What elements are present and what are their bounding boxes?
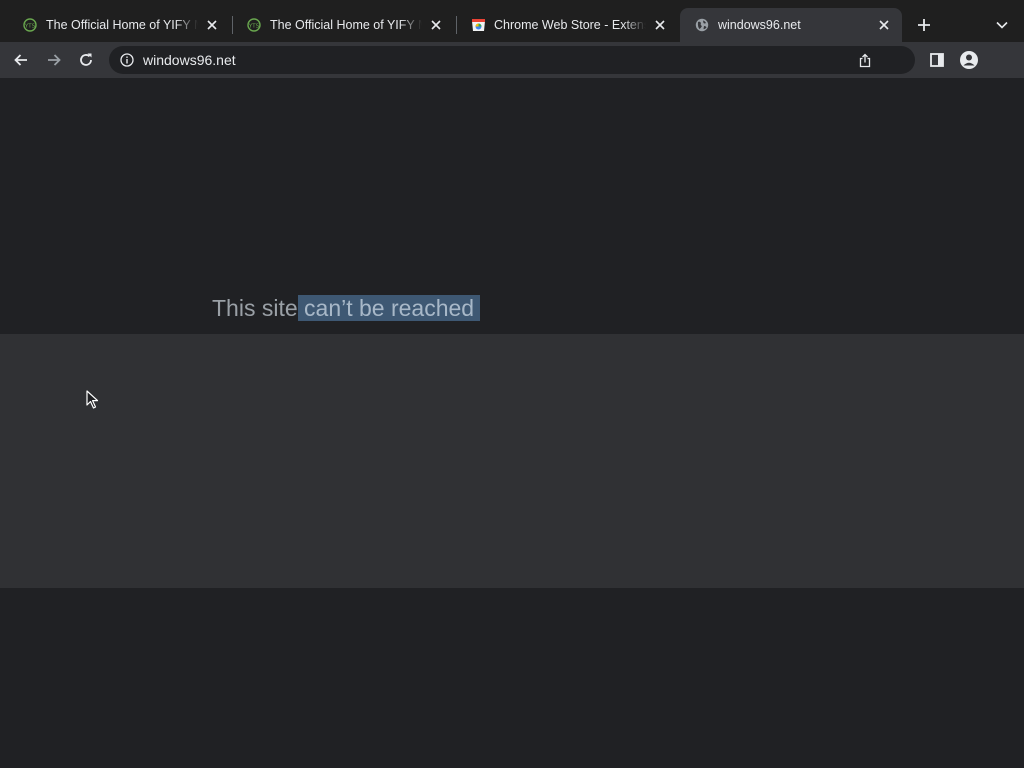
tab-title: windows96.net [718, 18, 801, 32]
browser-window: YTS The Official Home of YIFY Movies YTS… [0, 0, 1024, 768]
reload-button[interactable] [74, 48, 98, 72]
tab-windows96[interactable]: windows96.net [680, 8, 902, 42]
error-heading: This site can’t be reached [212, 293, 481, 323]
close-icon[interactable] [652, 17, 668, 33]
forward-button[interactable] [42, 48, 66, 72]
toolbar: windows96.net [0, 42, 1024, 78]
close-icon[interactable] [428, 17, 444, 33]
mouse-cursor-icon [86, 390, 99, 409]
yify-icon: YTS [22, 17, 38, 33]
selected-text: can’t be reached [297, 295, 481, 321]
share-icon[interactable] [857, 52, 873, 68]
address-bar[interactable]: windows96.net [109, 46, 915, 74]
yify-icon: YTS [246, 17, 262, 33]
info-icon[interactable] [119, 52, 135, 68]
plus-icon [918, 19, 930, 31]
reload-icon [80, 53, 92, 66]
url-text[interactable]: windows96.net [143, 52, 236, 68]
tab-yify-1[interactable]: YTS The Official Home of YIFY Movies [8, 8, 230, 42]
svg-text:YTS: YTS [248, 23, 260, 29]
profile-button[interactable] [957, 48, 981, 72]
close-icon[interactable] [204, 17, 220, 33]
back-arrow-icon [14, 54, 27, 66]
error-heading-text: This site [212, 295, 298, 321]
tab-title: Chrome Web Store - Extensions [494, 18, 646, 32]
side-panel-button[interactable] [925, 48, 949, 72]
chrome-web-store-icon [470, 17, 486, 33]
close-icon[interactable] [876, 17, 892, 33]
tab-search-button[interactable] [990, 13, 1014, 37]
content-band [0, 334, 1024, 588]
forward-arrow-icon [48, 54, 61, 66]
new-tab-button[interactable] [912, 13, 936, 37]
side-panel-icon [930, 53, 944, 67]
tab-chrome-web-store[interactable]: Chrome Web Store - Extensions [456, 8, 678, 42]
tab-title: The Official Home of YIFY Movies [270, 18, 422, 32]
chevron-down-icon [996, 21, 1008, 29]
page-content: This site can’t be reached [0, 78, 1024, 768]
tab-strip: YTS The Official Home of YIFY Movies YTS… [0, 0, 1024, 42]
globe-icon [694, 17, 710, 33]
tab-title: The Official Home of YIFY Movies [46, 18, 198, 32]
back-button[interactable] [9, 48, 33, 72]
svg-text:YTS: YTS [24, 23, 36, 29]
profile-avatar-icon [960, 51, 978, 69]
tab-yify-2[interactable]: YTS The Official Home of YIFY Movies [232, 8, 454, 42]
